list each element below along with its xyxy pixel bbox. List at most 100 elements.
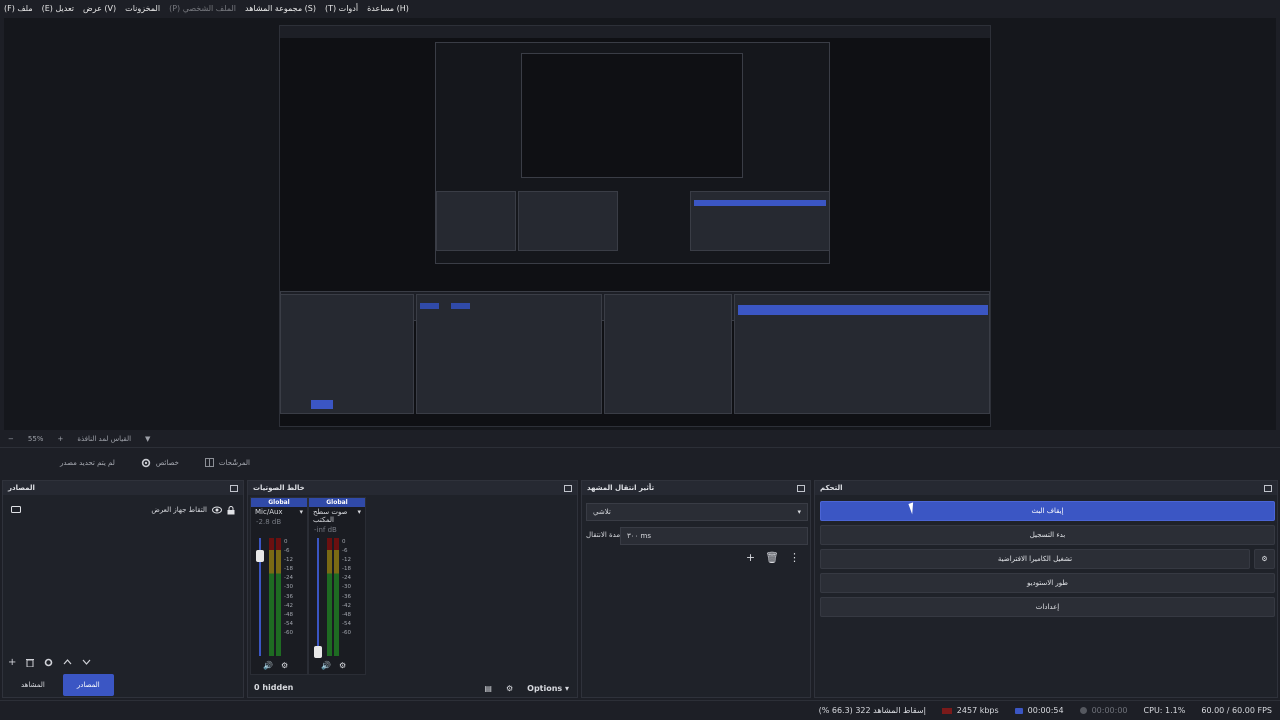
popout-icon[interactable] [564,484,572,492]
channel-name: صوت سطح المكتب [313,508,348,524]
scale-tick: -18 [342,566,351,573]
sources-footer: + [3,652,243,672]
add-icon[interactable]: + [746,551,755,564]
move-up-icon[interactable] [63,659,72,665]
speaker-icon[interactable]: 🔊 [321,661,331,670]
channel-actions: 🔊 ⚙ [263,661,288,670]
popout-icon[interactable] [797,484,805,492]
controls-dock-title: التحكم [815,481,1277,495]
layout-icon[interactable]: ▤ [484,684,492,693]
add-icon[interactable]: + [8,657,16,668]
capture-controls [734,294,990,414]
zoom-in-button[interactable]: + [57,435,63,443]
duration-input[interactable]: ٣٠٠ ms [620,527,808,545]
network-icon [941,707,952,714]
mixer-channel-mic: Global Mic/Aux ▾ -2.8 dB 0 -6 -12 -18 -2… [250,497,308,675]
transitions-title: تأثير انتقال المشهد [587,484,655,492]
advanced-audio-icon[interactable]: ⚙ [506,684,513,693]
stop-stream-button[interactable]: إيقاف البث [820,501,1275,521]
capture-mixer-ch1 [420,303,439,309]
scale-tick: -60 [284,629,293,636]
source-label: التقاط جهاز العرض [151,506,207,514]
capture-menubar [280,26,990,38]
trash-icon[interactable]: 🗑 [765,551,779,564]
tab-scenes[interactable]: المشاهد [7,674,59,696]
stream-time: 00:00:54 [1027,706,1064,715]
scale-tick: -42 [342,602,351,609]
settings-icon[interactable] [44,658,53,667]
transition-select[interactable]: تلاشي ▾ [586,503,808,521]
eye-icon[interactable] [212,506,222,514]
stream-icon [1014,707,1023,714]
start-virtual-camera-button[interactable]: تشغيل الكاميرا الافتراضية [820,549,1250,569]
settings-button[interactable]: إعدادات [820,597,1275,617]
capture-nested-canvas [521,53,743,178]
lock-icon[interactable] [227,505,235,515]
options-button[interactable]: Options ▾ [527,684,569,693]
volume-fader[interactable] [317,538,319,656]
move-down-icon[interactable] [82,659,91,665]
menu-help[interactable]: مساعدة (H) [367,4,409,13]
capture-nested-stop-button [694,200,826,206]
transition-selected: تلاشي [593,508,611,516]
scale-mode-chevron-icon[interactable]: ▼ [145,435,150,443]
zoom-bar: − 55% + القياس لمد النافذة ▼ [0,431,1280,446]
channel-settings-icon[interactable]: ⚙ [339,661,346,670]
stream-time-indicator: 00:00:54 [1014,706,1064,715]
popout-icon[interactable] [1264,484,1272,492]
trash-icon[interactable] [26,658,35,667]
mixer-dock: خالط الصوتيات Global Mic/Aux ▾ -2.8 dB 0… [247,480,578,698]
capture-nested-sources [436,191,516,251]
channel-actions: 🔊 ⚙ [321,661,346,670]
filters-button[interactable]: المرشّحات [204,458,250,467]
channel-db: -2.8 dB [256,518,282,526]
preview-canvas[interactable] [279,25,991,427]
speaker-icon[interactable]: 🔊 [263,661,273,670]
transitions-dock-title: تأثير انتقال المشهد [582,481,810,495]
scale-tick: -42 [284,602,293,609]
menu-view[interactable]: عرض (V) [83,4,116,13]
level-meter [334,538,339,656]
scale-tick: -24 [284,575,293,582]
scale-tick: -24 [342,575,351,582]
options-label: Options [527,684,563,693]
hidden-count: 0 hidden [254,683,294,692]
zoom-level: 55% [27,434,44,443]
menu-profile[interactable]: (P) الملف الشخصي [169,4,236,13]
capture-mixer [416,294,602,414]
menu-edit[interactable]: (E) تعديل [42,4,74,13]
status-bar: إسقاط المشاهد 322 (66.3 %) 2457 kbps 00:… [0,700,1280,720]
channel-name-dropdown[interactable]: صوت سطح المكتب ▾ [309,507,365,525]
source-item[interactable]: التقاط جهاز العرض [3,501,243,519]
fader-knob[interactable] [314,646,322,658]
sources-dock: المصادر التقاط جهاز العرض + المشاهد المص… [2,480,244,698]
channel-head: Global [251,498,307,507]
tab-sources[interactable]: المصادر [62,674,114,696]
start-recording-button[interactable]: بدء التسجيل [820,525,1275,545]
scene-source-tabs: المشاهد المصادر [3,673,243,697]
channel-name-dropdown[interactable]: Mic/Aux ▾ [251,507,307,517]
cpu-usage: CPU: 1.1% [1143,706,1186,715]
menu-file[interactable]: (F) ملف [4,4,33,13]
properties-label: خصائص [155,458,179,467]
virtual-camera-settings-button[interactable]: ⚙ [1254,549,1275,569]
zoom-out-button[interactable]: − [8,435,14,443]
scale-tick: 0 [342,539,346,545]
channel-settings-icon[interactable]: ⚙ [281,661,288,670]
menu-scene-collection[interactable]: مجموعة المشاهد (S) [245,4,316,13]
scale-tick: -48 [342,611,351,618]
level-meter [269,538,274,656]
studio-mode-button[interactable]: طور الاستوديو [820,573,1275,593]
fader-knob[interactable] [256,550,264,562]
bitrate: 2457 kbps [956,706,999,715]
menu-tools[interactable]: (T) أدوات [325,4,358,13]
menu-bar: (F) ملف (E) تعديل عرض (V) المخزونات (P) … [0,0,1280,17]
scale-tick: 0 [284,539,288,545]
more-icon[interactable]: ⋮ [789,551,800,564]
menu-stores[interactable]: المخزونات [125,4,160,13]
mixer-title: خالط الصوتيات [253,484,305,492]
record-icon [1079,707,1087,714]
properties-button[interactable]: خصائص [141,458,179,468]
scale-tick: -6 [342,548,348,555]
popout-icon[interactable] [230,484,238,492]
